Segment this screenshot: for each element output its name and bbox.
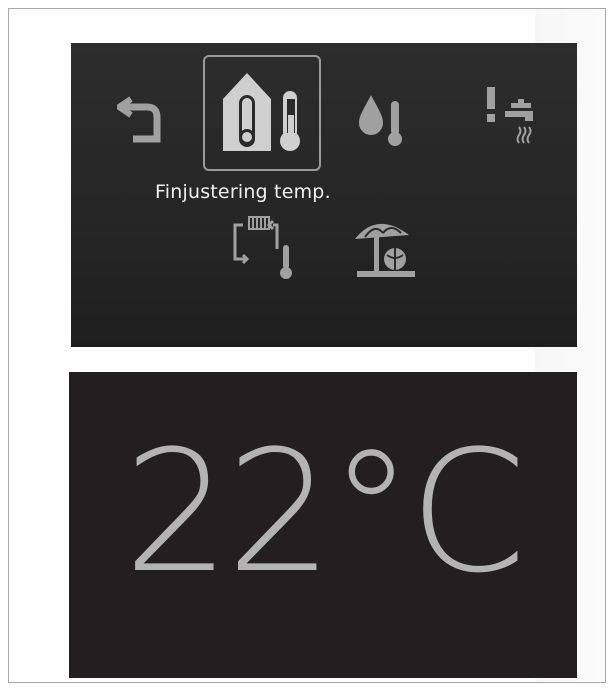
beach-umbrella-holiday-icon[interactable] xyxy=(349,215,415,281)
radiator-cycle-thermometer-icon[interactable] xyxy=(229,215,295,281)
water-drop-thermometer-icon[interactable] xyxy=(359,93,405,149)
menu-selected-label: Finjustering temp. xyxy=(155,181,331,203)
back-arrow-icon[interactable] xyxy=(117,87,167,143)
house-thermometer-icon[interactable] xyxy=(221,71,313,153)
page-frame: Finjustering temp. 22°C xyxy=(8,8,606,683)
temperature-display: 22°C xyxy=(123,414,526,610)
hot-water-tap-alert-icon[interactable] xyxy=(481,87,541,153)
temperature-screen: 22°C xyxy=(69,372,577,678)
menu-screen: Finjustering temp. xyxy=(71,43,577,347)
